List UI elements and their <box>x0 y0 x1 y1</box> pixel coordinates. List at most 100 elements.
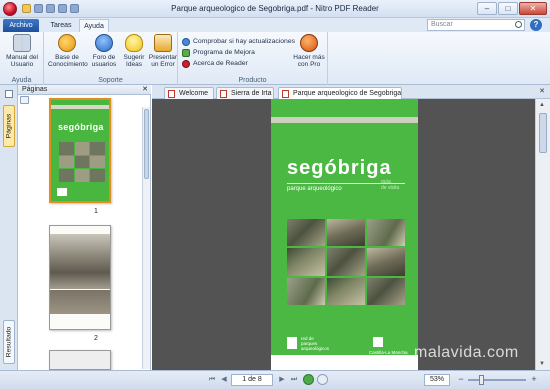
about-icon <box>182 59 190 68</box>
page-thumbnail-3[interactable] <box>49 350 111 370</box>
pdf-page: segóbriga parque arqueológico guía de vi… <box>271 99 418 370</box>
previous-page-icon[interactable]: ◀ <box>219 375 229 385</box>
scroll-down-icon[interactable]: ▼ <box>539 361 545 367</box>
pages-scroll-thumb[interactable] <box>144 109 149 179</box>
thumbnail-photo-grid <box>59 142 105 182</box>
book-icon <box>13 34 31 52</box>
group-label-producto: Producto <box>238 77 267 84</box>
improvement-program-button[interactable]: Programa de Mejora <box>182 47 295 58</box>
users-icon <box>95 34 113 52</box>
doc-tab-sierra-de-irta[interactable]: Sierra de Irta <box>216 87 274 99</box>
tab-ayuda[interactable]: Ayuda <box>79 19 109 32</box>
cover-title: segóbriga <box>287 157 392 179</box>
zoom-slider[interactable] <box>468 379 526 381</box>
user-forum-button[interactable]: Foro de usuarios <box>89 34 119 68</box>
globe-icon <box>58 34 76 52</box>
minimize-button[interactable]: – <box>477 2 497 15</box>
producto-list: Comprobar si hay actualizaciones Program… <box>182 36 295 69</box>
cover-photo <box>327 277 365 305</box>
pages-panel: Páginas ✕ segóbriga 1 2 <box>18 85 151 370</box>
search-input[interactable]: Buscar <box>427 19 525 31</box>
thumbnail-band <box>51 105 109 109</box>
refresh-icon[interactable] <box>317 374 328 385</box>
zoom-in-icon[interactable]: + <box>529 374 539 384</box>
user-manual-button[interactable]: Manual del Usuario <box>3 34 41 68</box>
title-bar: Parque arqueologico de Segobriga.pdf - N… <box>0 0 550 18</box>
group-producto: Comprobar si hay actualizaciones Program… <box>178 32 328 85</box>
cover-photo <box>327 219 365 247</box>
play-icon[interactable] <box>303 374 314 385</box>
report-error-button[interactable]: Presentar un Error <box>148 34 178 68</box>
page-thumbnail-2[interactable] <box>49 225 111 330</box>
group-label-ayuda: Ayuda <box>11 77 32 84</box>
thumbnail-logo <box>57 188 67 196</box>
cover-photo <box>367 219 405 247</box>
region-logo <box>373 337 383 347</box>
tab-pages-vertical[interactable]: Páginas <box>3 105 15 147</box>
knowledge-base-button[interactable]: Base de Conocimiento <box>48 34 88 68</box>
zoom-field[interactable]: 53% <box>424 374 450 386</box>
document-viewer[interactable]: segóbriga parque arqueológico guía de vi… <box>152 99 535 370</box>
help-icon[interactable]: ? <box>530 19 542 31</box>
side-vertical-strip: Páginas Resultado <box>0 85 18 370</box>
doc-tab-segobriga[interactable]: Parque arqueologico de Segobriga <box>278 87 402 99</box>
document-scrollbar[interactable]: ▲ ▼ <box>535 99 550 370</box>
page-options-icon[interactable] <box>20 96 29 104</box>
zoom-slider-knob[interactable] <box>479 375 484 385</box>
cover-photo <box>367 248 405 276</box>
doc-tab-welcome[interactable]: Welcome <box>164 87 214 99</box>
maximize-button[interactable]: □ <box>498 2 518 15</box>
document-scroll-thumb[interactable] <box>539 113 547 153</box>
page-bottom-margin <box>271 355 418 370</box>
tab-results-vertical[interactable]: Resultado <box>3 320 15 364</box>
panel-toggle-icon[interactable] <box>5 90 13 98</box>
about-reader-button[interactable]: Acerca de Reader <box>182 58 295 69</box>
page-number-field[interactable]: 1 de 8 <box>231 374 273 386</box>
window-controls: – □ ✕ <box>477 2 547 15</box>
cover-photo <box>327 248 365 276</box>
cover-photo-grid <box>287 219 405 305</box>
network-logo <box>287 337 297 349</box>
next-page-icon[interactable]: ▶ <box>277 375 287 385</box>
pdf-icon <box>282 90 289 98</box>
page-number-2: 2 <box>94 335 98 342</box>
footer-network-text: red de parques arqueológicos <box>301 336 330 351</box>
zoom-out-icon[interactable]: − <box>456 374 466 384</box>
search-icon[interactable] <box>515 21 522 28</box>
suggest-ideas-button[interactable]: Sugerir Ideas <box>121 34 147 68</box>
cover-photo <box>287 248 325 276</box>
close-button[interactable]: ✕ <box>519 2 547 15</box>
first-page-icon[interactable]: ⏮ <box>207 375 217 385</box>
watermark: malavida.com <box>414 344 519 361</box>
page-top-band <box>271 117 418 123</box>
group-ayuda: Manual del Usuario Ayuda <box>0 32 44 85</box>
pages-panel-header: Páginas ✕ <box>18 85 151 95</box>
warning-icon <box>154 34 172 52</box>
close-tab-icon[interactable]: ✕ <box>539 87 545 95</box>
window-title: Parque arqueologico de Segobriga.pdf - N… <box>171 4 379 13</box>
cover-photo <box>287 277 325 305</box>
page-thumbnail-1[interactable]: segóbriga <box>49 98 111 203</box>
tab-tareas[interactable]: Tareas <box>45 19 77 32</box>
close-icon[interactable]: ✕ <box>142 85 148 95</box>
pdf-icon <box>168 90 175 98</box>
cover-photo <box>367 277 405 305</box>
search-placeholder: Buscar <box>431 21 453 28</box>
cover-subtitle: parque arqueológico <box>287 186 342 192</box>
do-more-with-pro-button[interactable]: Hacer más con Pro <box>291 34 327 68</box>
nitro-icon <box>300 34 318 52</box>
thumbnail-photo-lower <box>50 290 110 314</box>
page-number-1: 1 <box>94 208 98 215</box>
cover-photo <box>287 219 325 247</box>
scroll-up-icon[interactable]: ▲ <box>539 102 545 108</box>
cover-side-text: guía de visita <box>381 179 400 191</box>
pages-scrollbar[interactable] <box>142 107 150 369</box>
check-updates-button[interactable]: Comprobar si hay actualizaciones <box>182 36 295 47</box>
tab-archivo[interactable]: Archivo <box>3 19 39 32</box>
group-label-soporte: Soporte <box>98 77 123 84</box>
ribbon: Manual del Usuario Ayuda Base de Conocim… <box>0 32 550 85</box>
thumbnail-photo <box>50 234 110 289</box>
group-soporte: Base de Conocimiento Foro de usuarios Su… <box>44 32 178 85</box>
status-bar: ⏮ ◀ 1 de 8 ▶ ⏭ 53% − + <box>0 370 550 389</box>
last-page-icon[interactable]: ⏭ <box>289 375 299 385</box>
